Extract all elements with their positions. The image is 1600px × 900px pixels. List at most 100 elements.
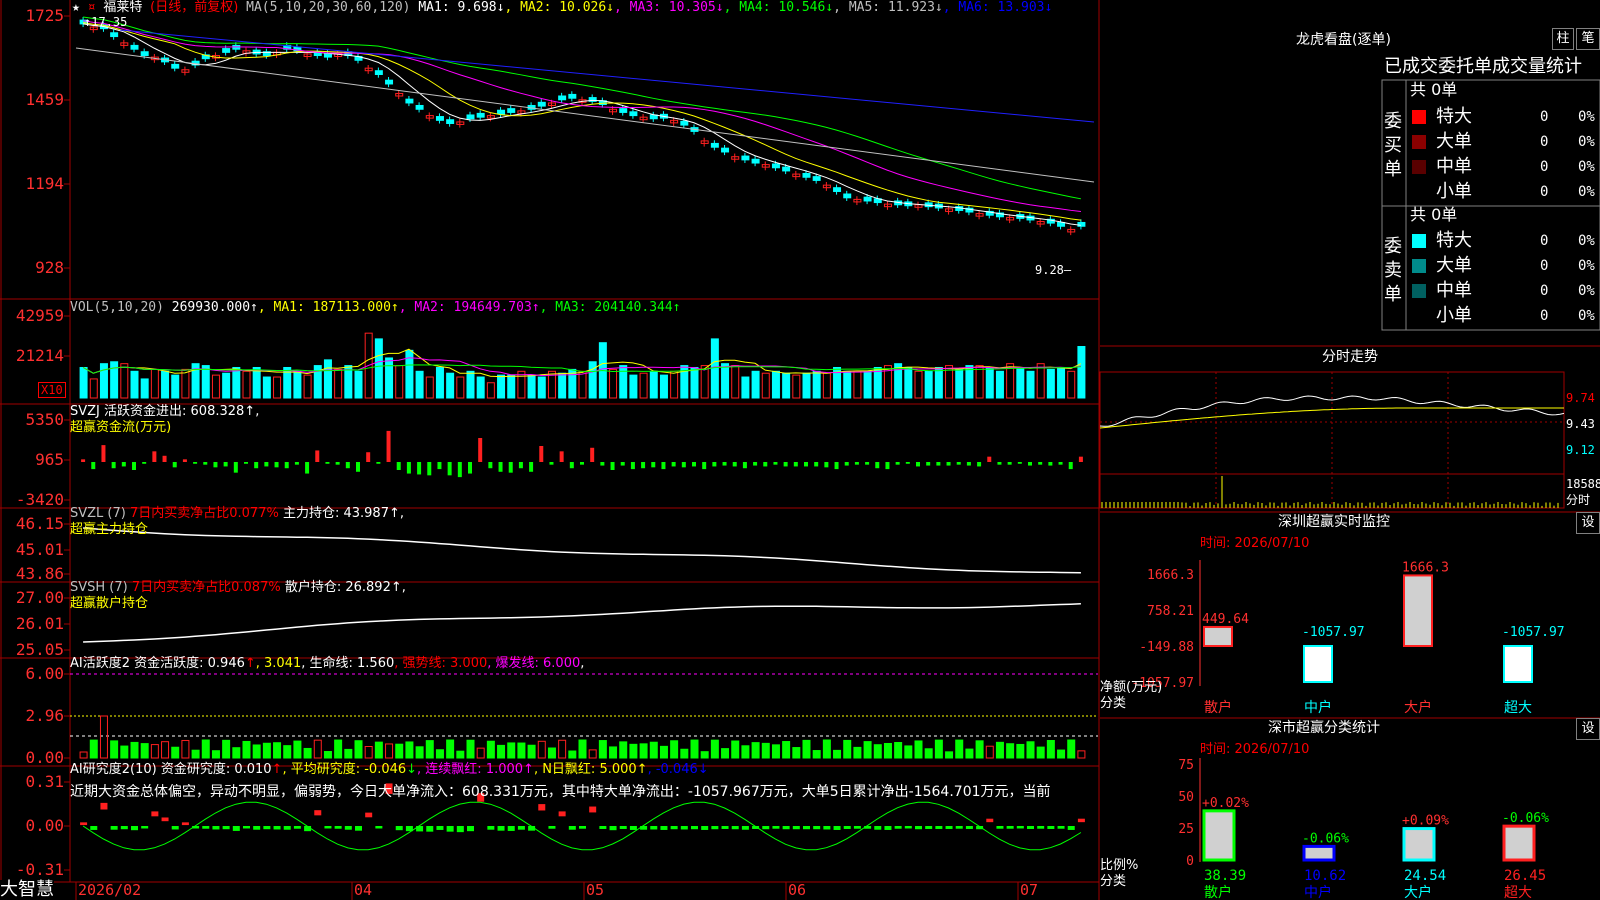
ai2-bar (680, 826, 688, 830)
vol-header-seg: , MA1: 187113.000↑ (257, 300, 399, 315)
ai2-bar (141, 826, 149, 829)
svzj-bar (529, 462, 534, 472)
monitor-time: 时间: 2026/07/10 (1200, 536, 1310, 551)
ai2-bar (253, 826, 261, 830)
ai1-bar (283, 745, 292, 759)
ai1-bar (303, 747, 312, 759)
monitor-bar (1503, 645, 1533, 683)
svsh-sub: 超赢散户持仓 (70, 596, 149, 611)
candle-body (833, 187, 842, 192)
candle-body (629, 111, 638, 117)
ai2-bar (1016, 826, 1024, 829)
svzj-bar (885, 462, 890, 470)
main-header-mark: ¤ (87, 0, 96, 15)
ai2-bar (813, 826, 821, 830)
volume-bar (242, 370, 251, 399)
svzj-axis-label: 965 (35, 450, 64, 469)
monitor-settings-button[interactable]: 设 (1576, 512, 1600, 534)
ai1-bar (802, 739, 811, 759)
svzj-bar (875, 462, 880, 469)
ai1-bar (782, 741, 791, 759)
volume-bar (303, 374, 312, 399)
ai1-bar (853, 746, 862, 759)
buy-name: 大单 (1436, 131, 1472, 152)
buy-color-swatch (1412, 110, 1426, 124)
svzj-bar (895, 462, 900, 465)
volume-bar (446, 372, 455, 399)
ai2-bar (670, 826, 678, 830)
volume-bar (1036, 363, 1045, 399)
volume-bar (79, 366, 88, 399)
ai2-analysis-text: 近期大资金总体偏空，异动不明显，偏弱势，今日大单净流入：608.331万元，其中… (70, 784, 1051, 800)
price-axis-label: 1725 (25, 6, 64, 25)
ai1-bar (486, 740, 495, 759)
volume-bar (89, 378, 98, 399)
svsh-header: SVSH (7) 7日内买卖净占比0.087% 散户持仓: 26.892↑, (70, 580, 406, 596)
ai2-header-seg: , -0.046↓ (647, 762, 709, 777)
ai1-bar (374, 741, 383, 759)
intraday-vol-max: 18588 (1566, 477, 1600, 491)
last-price-marker: 9.28— (1035, 263, 1072, 277)
svzl-header-seg: 主力持仓: 43.987↑ (278, 506, 400, 521)
volume-bar (385, 357, 394, 399)
svzj-bar (844, 462, 849, 466)
sell-pct: 0% (1578, 308, 1595, 324)
volume-bar (497, 374, 506, 399)
candle-body (771, 163, 780, 169)
volume-bar (710, 338, 719, 399)
volume-bar (802, 372, 811, 399)
tick-view-button[interactable]: 笔 (1576, 28, 1600, 50)
candle-body (558, 95, 567, 101)
volume-bar (985, 366, 994, 399)
ai2-bar (823, 826, 831, 830)
class-settings-button[interactable]: 设 (1576, 718, 1600, 740)
svzl-axis-label: 45.01 (16, 540, 64, 559)
svzl-line (83, 527, 1081, 574)
ai1-bar (558, 739, 567, 759)
ai1-header-seg: AI活跃度2 资金活跃度: 0.946 (70, 656, 245, 671)
volume-bar (334, 368, 343, 399)
svzj-bar (610, 462, 615, 470)
svzj-bar (193, 462, 198, 464)
ai2-bar (538, 804, 546, 811)
ai2-bar (90, 826, 98, 830)
ai2-bar (110, 826, 118, 830)
ai2-bar (222, 826, 230, 830)
ai1-bar (334, 739, 343, 759)
volume-bar (700, 365, 709, 399)
class-cat-label: 大户 (1404, 884, 1432, 900)
svzj-bar (1007, 462, 1012, 465)
volume-bar (690, 366, 699, 399)
order-stats-tabs[interactable]: 已成交委托单成交量统计 (1384, 56, 1600, 78)
ai2-bar (772, 826, 780, 829)
ai1-bar (232, 747, 241, 759)
candle-body (680, 120, 689, 126)
ai2-bar (996, 826, 1004, 829)
svzj-bar (977, 462, 982, 467)
ai1-bar (883, 742, 892, 759)
bar-view-button[interactable]: 柱 (1552, 28, 1574, 50)
ai1-bar (354, 740, 363, 759)
ai1-header-seg: , 生命线: 1.560 (301, 656, 395, 671)
ai1-header-seg: ↑ (244, 656, 256, 671)
volume-bar (130, 370, 139, 399)
ai2-bar (507, 826, 515, 831)
monitor-axis-label: 净额(万元) (1100, 680, 1163, 695)
candle-body (435, 116, 444, 121)
svzj-bar (590, 447, 595, 462)
ai1-bar (537, 740, 546, 759)
svzj-bar (712, 462, 717, 467)
svsh-axis-label: 27.00 (16, 588, 64, 607)
date-label: 06 (788, 881, 806, 899)
svzj-bar (294, 462, 299, 465)
ai2-bar (324, 826, 332, 829)
svzj-bar (1048, 462, 1053, 466)
svzl-header-seg: , (399, 506, 404, 521)
ai2-bar (243, 826, 250, 829)
svzj-bar (569, 462, 574, 469)
ai1-bar (425, 740, 434, 759)
price-axis-label: 928 (35, 258, 64, 277)
ai1-bar (446, 739, 455, 759)
ai2-bar (833, 826, 841, 830)
ai1-bar (659, 745, 668, 759)
